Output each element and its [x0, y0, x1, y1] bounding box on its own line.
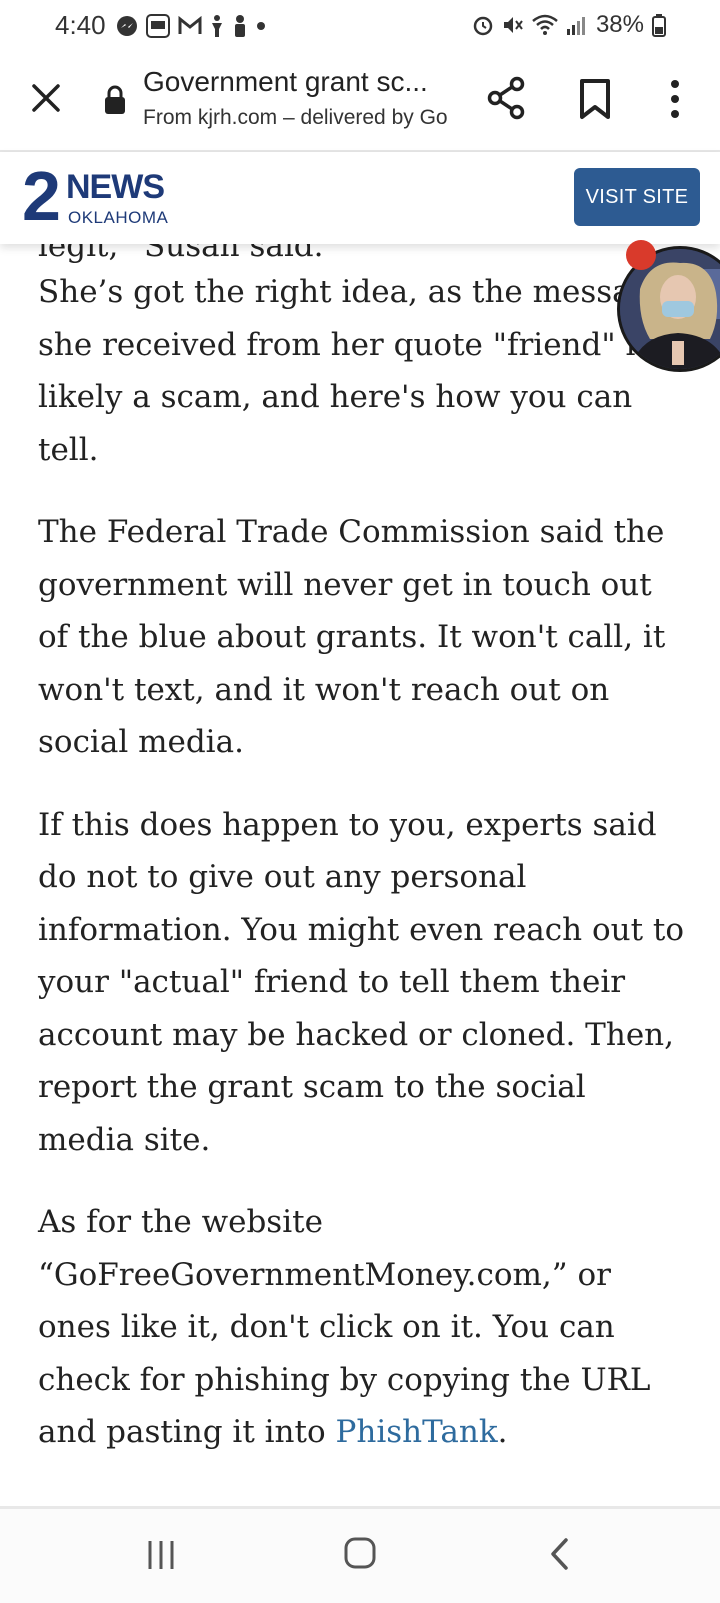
logo-news: NEWS [66, 168, 165, 206]
battery-percent: 38% [595, 11, 644, 38]
logo-region: OKLAHOMA [68, 208, 169, 227]
logo-number: 2 [22, 157, 61, 235]
status-time: 4:40 [55, 10, 106, 40]
alarm-icon [472, 14, 494, 36]
system-icons: 38% [472, 10, 666, 40]
phishtank-link[interactable]: PhishTank [336, 1414, 498, 1450]
share-icon[interactable] [486, 76, 526, 120]
article-paragraph: If this does happen to you, experts said… [38, 806, 685, 1158]
article-cut-line: legit,” Susan said. [38, 244, 324, 264]
gmail-icon [178, 16, 202, 36]
browser-toolbar: Government grant sc... From kjrh.com – d… [0, 52, 720, 152]
figure-icon [210, 14, 224, 38]
person-icon [232, 14, 248, 38]
bookmark-icon[interactable] [578, 78, 612, 120]
page-source[interactable]: From kjrh.com – delivered by Go [143, 106, 448, 130]
lock-icon[interactable] [104, 85, 126, 115]
article-paragraph-last: As for the website “GoFreeGovernmentMone… [38, 1196, 688, 1459]
battery-icon [652, 13, 666, 37]
paragraph-end: . [497, 1414, 508, 1450]
article-paragraph: She’s got the right idea, as the message… [38, 274, 669, 468]
notification-dot [626, 240, 656, 270]
mute-icon [502, 14, 524, 36]
home-icon[interactable] [344, 1535, 376, 1571]
page-title[interactable]: Government grant sc... [143, 66, 443, 98]
dot-icon [256, 21, 266, 31]
back-icon[interactable] [548, 1535, 572, 1573]
article-content: legit,” Susan said. She’s got the right … [0, 244, 720, 1506]
more-options-icon[interactable] [668, 78, 682, 120]
system-navigation-bar [0, 1506, 720, 1603]
wifi-icon [532, 14, 558, 36]
close-icon[interactable] [28, 80, 64, 116]
status-bar: 4:40 38% [0, 0, 720, 52]
site-header: 2 NEWS OKLAHOMA VISIT SITE [0, 152, 720, 244]
notification-icons [116, 12, 266, 40]
site-logo[interactable]: 2 NEWS OKLAHOMA [22, 157, 182, 235]
visit-site-button[interactable]: VISIT SITE [574, 168, 700, 226]
article-paragraph: The Federal Trade Commission said the go… [38, 514, 666, 760]
slots-app-icon [146, 14, 170, 38]
recent-apps-icon[interactable] [146, 1537, 176, 1573]
messenger-icon [116, 15, 138, 37]
signal-icon [566, 14, 588, 36]
